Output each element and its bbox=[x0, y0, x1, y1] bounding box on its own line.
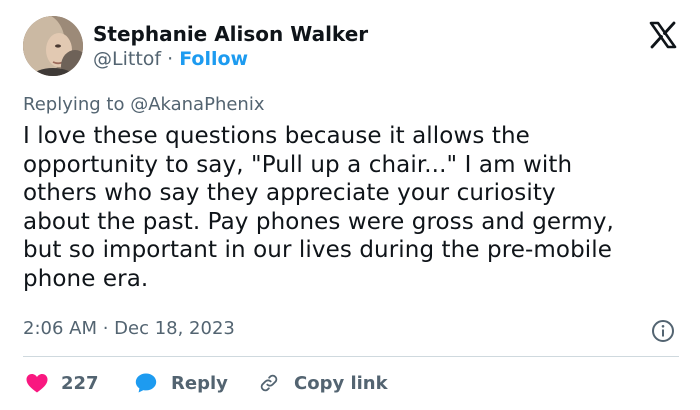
divider bbox=[23, 356, 679, 357]
tweet-line: about the past. Pay phones were gross an… bbox=[23, 208, 614, 235]
tweet-line: I love these questions because it allows… bbox=[23, 123, 530, 149]
link-icon bbox=[260, 374, 278, 392]
tweet-line: phone era. bbox=[23, 265, 149, 292]
author-handle[interactable]: @Littof bbox=[93, 48, 161, 70]
tweet-line: others who say they appreciate your curi… bbox=[23, 180, 556, 206]
like-count: 227 bbox=[61, 372, 99, 394]
copy-link-button[interactable]: Copy link bbox=[258, 366, 388, 400]
replying-to[interactable]: Replying to @AkanaPhenix bbox=[23, 94, 265, 115]
avatar[interactable] bbox=[23, 16, 83, 76]
tweet-line: opportunity to say, "Pull up a chair..."… bbox=[23, 151, 573, 178]
timestamp[interactable]: 2:06 AM · Dec 18, 2023 bbox=[23, 318, 235, 339]
avatar-photo bbox=[23, 16, 83, 76]
tweet-text: I love these questions because it allows… bbox=[23, 122, 683, 293]
follow-button[interactable]: Follow bbox=[179, 48, 248, 70]
action-bar: 227 Reply Copy link bbox=[0, 366, 700, 400]
x-logo-icon[interactable] bbox=[648, 20, 678, 50]
author-name[interactable]: Stephanie Alison Walker bbox=[93, 22, 368, 46]
like-button[interactable]: 227 bbox=[25, 366, 99, 400]
tweet-line: but so important in our lives during the… bbox=[23, 237, 613, 263]
tweet-card: Stephanie Alison Walker @Littof · Follow… bbox=[0, 0, 700, 410]
reply-button[interactable]: Reply bbox=[134, 366, 228, 400]
separator-dot: · bbox=[161, 48, 180, 70]
reply-label: Reply bbox=[171, 372, 228, 394]
copy-link-label: Copy link bbox=[294, 372, 388, 394]
speech-bubble-icon bbox=[135, 373, 157, 393]
heart-icon bbox=[26, 374, 48, 393]
info-icon[interactable] bbox=[651, 319, 675, 343]
author-handle-row: @Littof · Follow bbox=[93, 48, 248, 70]
